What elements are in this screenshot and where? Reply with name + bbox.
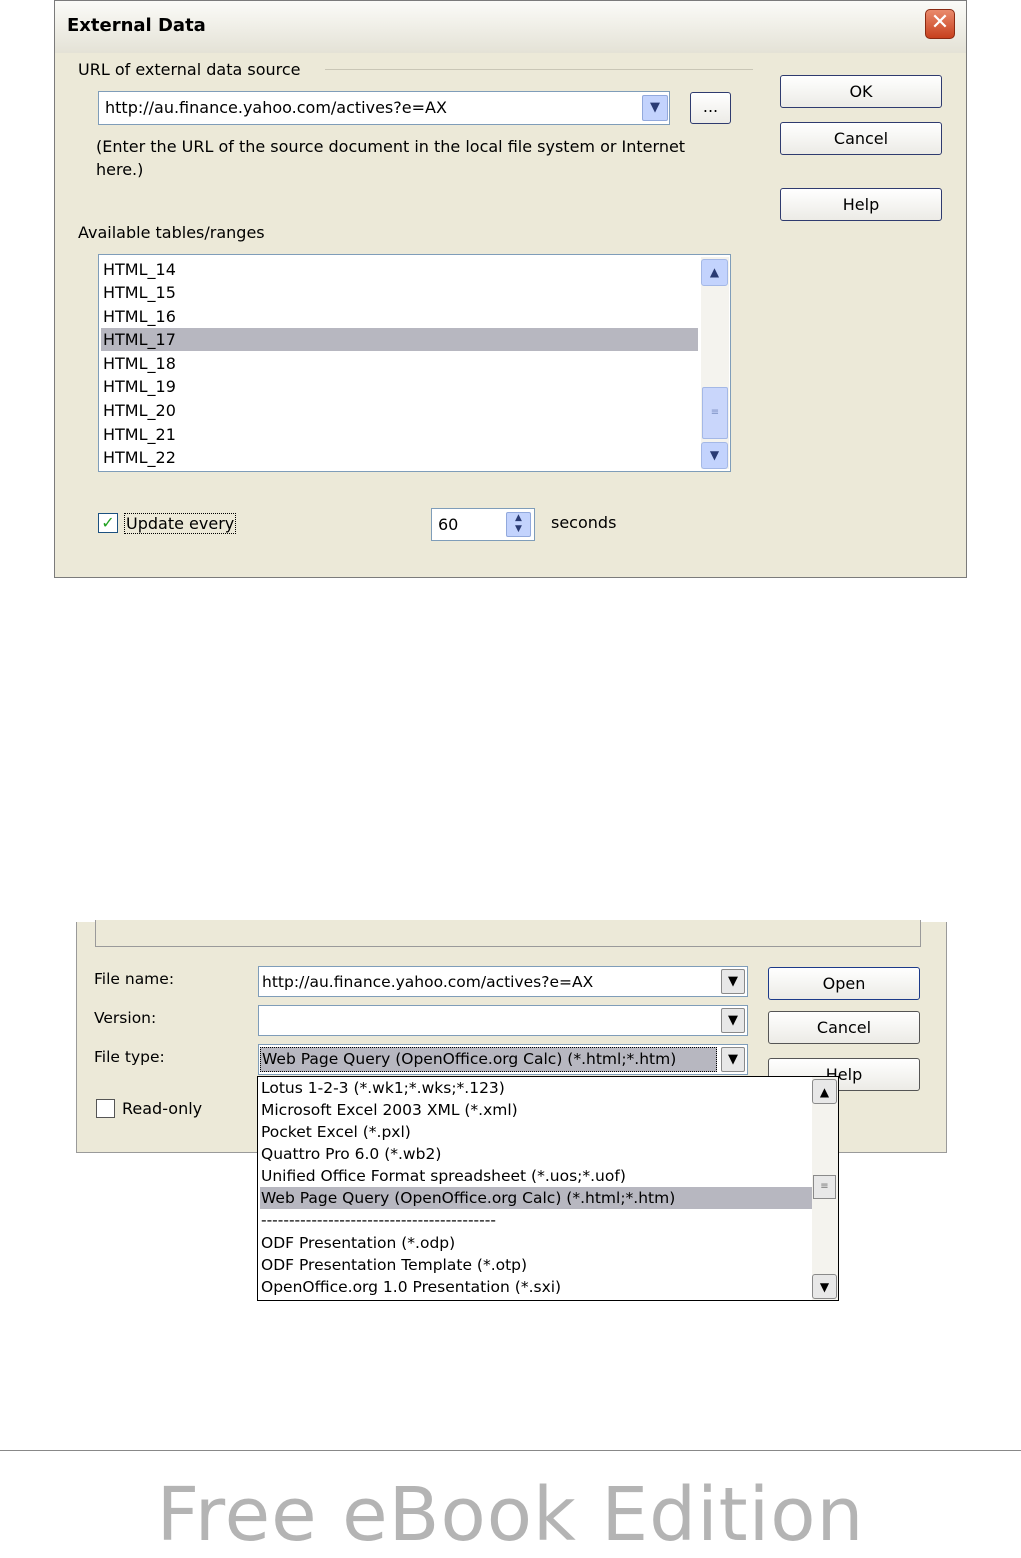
dropdown-option[interactable]: OpenOffice.org 1.0 Presentation (*.sxi) bbox=[260, 1276, 813, 1298]
dropdown-option[interactable]: Microsoft Excel 2003 XML (*.xml) bbox=[260, 1099, 813, 1121]
version-label: Version: bbox=[94, 1009, 157, 1027]
list-item[interactable]: HTML_18 bbox=[101, 352, 698, 375]
dropdown-option[interactable]: ODF Presentation Template (*.otp) bbox=[260, 1254, 813, 1276]
chevron-down-icon[interactable]: ▼ bbox=[642, 95, 668, 121]
chevron-down-icon[interactable]: ▼ bbox=[812, 1274, 837, 1299]
chevron-down-icon[interactable]: ▼ bbox=[721, 1047, 745, 1072]
help-button[interactable]: Help bbox=[780, 188, 942, 221]
list-item[interactable]: HTML_19 bbox=[101, 375, 698, 398]
list-item[interactable]: HTML_22 bbox=[101, 446, 698, 469]
browse-button[interactable]: ... bbox=[690, 92, 731, 124]
chevron-down-icon[interactable]: ▼ bbox=[701, 442, 728, 469]
filename-combobox[interactable]: http://au.finance.yahoo.com/actives?e=AX… bbox=[258, 966, 748, 997]
update-every-label: Update every bbox=[124, 513, 237, 534]
dropdown-option[interactable]: Unified Office Format spreadsheet (*.uos… bbox=[260, 1165, 813, 1187]
filename-label: File name: bbox=[94, 970, 175, 988]
version-combobox[interactable]: ▼ bbox=[258, 1005, 748, 1036]
readonly-label: Read-only bbox=[122, 1099, 203, 1118]
chevron-up-icon[interactable]: ▲ bbox=[701, 259, 728, 286]
scrollbar-thumb[interactable]: ≡ bbox=[813, 1175, 836, 1199]
interval-input[interactable]: 60 bbox=[438, 515, 458, 534]
list-item[interactable]: HTML_20 bbox=[101, 399, 698, 422]
file-browser-pane bbox=[95, 920, 921, 947]
scrollbar-thumb[interactable]: ≡ bbox=[702, 387, 728, 439]
close-icon[interactable]: ✕ bbox=[925, 9, 955, 39]
filetype-value[interactable]: Web Page Query (OpenOffice.org Calc) (*.… bbox=[260, 1047, 717, 1072]
interval-unit: seconds bbox=[551, 513, 617, 532]
filetype-label: File type: bbox=[94, 1048, 165, 1066]
dropdown-option-selected[interactable]: Web Page Query (OpenOffice.org Calc) (*.… bbox=[260, 1187, 813, 1209]
scrollbar[interactable]: ▲ ≡ ▼ bbox=[701, 257, 729, 469]
dropdown-option[interactable]: ODF Presentation (*.odp) bbox=[260, 1232, 813, 1254]
url-hint: (Enter the URL of the source document in… bbox=[96, 137, 686, 179]
filetype-dropdown-list[interactable]: Lotus 1-2-3 (*.wk1;*.wks;*.123) Microsof… bbox=[257, 1076, 839, 1301]
footer-watermark: Free eBook Edition bbox=[156, 1472, 865, 1558]
readonly-checkbox[interactable] bbox=[96, 1099, 115, 1118]
tables-label: Available tables/ranges bbox=[78, 223, 265, 242]
list-item[interactable]: HTML_21 bbox=[101, 423, 698, 446]
dialog-title: External Data bbox=[67, 15, 206, 36]
group-divider bbox=[325, 69, 753, 70]
dropdown-option[interactable]: Lotus 1-2-3 (*.wk1;*.wks;*.123) bbox=[260, 1077, 813, 1099]
chevron-up-icon[interactable]: ▲ bbox=[812, 1079, 837, 1104]
list-item[interactable]: HTML_16 bbox=[101, 305, 698, 328]
filetype-combobox[interactable]: Web Page Query (OpenOffice.org Calc) (*.… bbox=[258, 1044, 748, 1075]
dropdown-option[interactable]: Quattro Pro 6.0 (*.wb2) bbox=[260, 1143, 813, 1165]
cancel-button[interactable]: Cancel bbox=[768, 1011, 920, 1044]
interval-spinbox[interactable]: 60 ▲ ▼ bbox=[431, 508, 535, 541]
scrollbar[interactable]: ▲ ≡ ▼ bbox=[812, 1077, 838, 1300]
list-item-selected[interactable]: HTML_17 bbox=[101, 328, 698, 351]
url-combobox[interactable]: http://au.finance.yahoo.com/actives?e=AX… bbox=[98, 91, 670, 125]
spin-arrows-icon[interactable]: ▲ ▼ bbox=[506, 512, 531, 537]
tables-listbox[interactable]: HTML_14 HTML_15 HTML_16 HTML_17 HTML_18 … bbox=[98, 254, 731, 472]
chevron-down-icon[interactable]: ▼ bbox=[721, 969, 745, 994]
dropdown-option[interactable]: Pocket Excel (*.pxl) bbox=[260, 1121, 813, 1143]
ok-button[interactable]: OK bbox=[780, 75, 942, 108]
chevron-down-icon[interactable]: ▼ bbox=[721, 1008, 745, 1033]
update-checkbox[interactable]: ✓ bbox=[98, 513, 118, 533]
filename-input[interactable]: http://au.finance.yahoo.com/actives?e=AX bbox=[262, 973, 593, 991]
open-button[interactable]: Open bbox=[768, 967, 920, 1000]
url-input[interactable]: http://au.finance.yahoo.com/actives?e=AX bbox=[105, 98, 447, 117]
dropdown-separator: ----------------------------------------… bbox=[261, 1211, 496, 1229]
footer-divider bbox=[0, 1450, 1021, 1451]
list-item[interactable]: HTML_15 bbox=[101, 281, 698, 304]
url-group-label: URL of external data source bbox=[78, 60, 301, 79]
cancel-button[interactable]: Cancel bbox=[780, 122, 942, 155]
external-data-dialog: External Data ✕ URL of external data sou… bbox=[54, 0, 967, 578]
list-item[interactable]: HTML_14 bbox=[101, 258, 698, 281]
dialog-titlebar: External Data ✕ bbox=[55, 1, 966, 53]
